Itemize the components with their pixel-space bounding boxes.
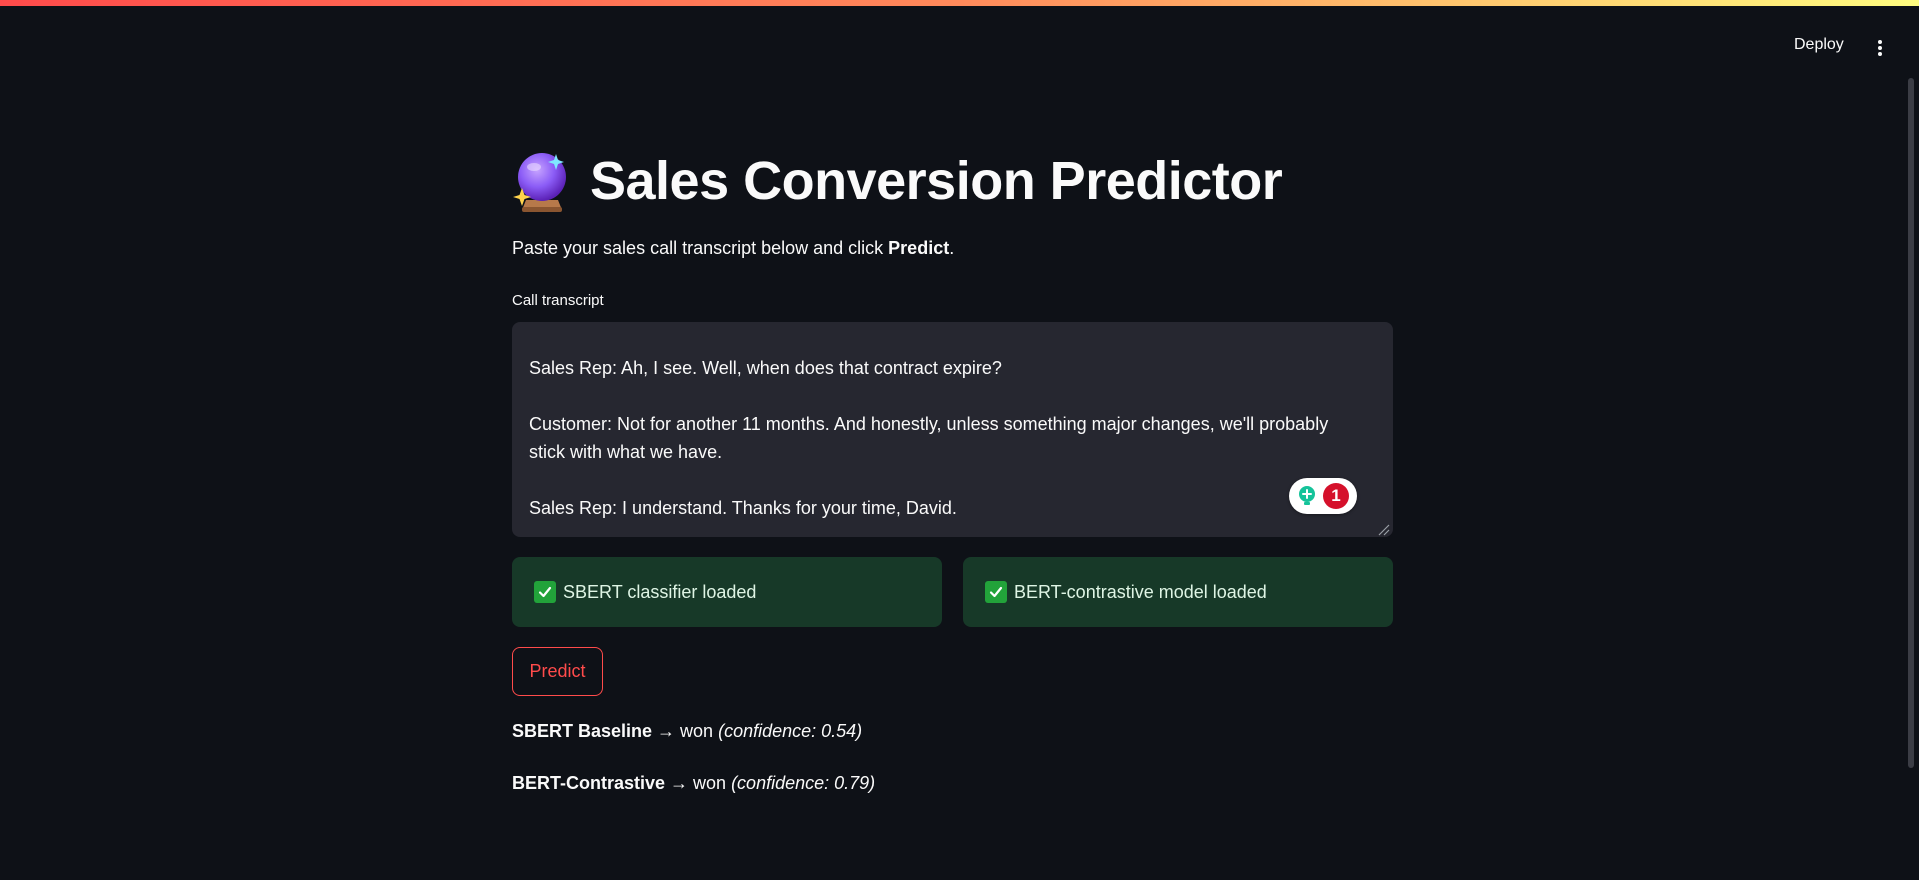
transcript-textarea[interactable]: Sales Rep: Ah, I see. Well, when does th… bbox=[512, 322, 1393, 537]
grammar-issue-count: 1 bbox=[1323, 483, 1349, 509]
resize-handle-icon[interactable] bbox=[1378, 524, 1390, 536]
check-icon bbox=[985, 581, 1007, 603]
page-title: Sales Conversion Predictor bbox=[590, 151, 1283, 211]
result-arrow: → won bbox=[665, 773, 732, 793]
crystal-ball-icon bbox=[513, 153, 566, 212]
transcript-label: Call transcript bbox=[512, 292, 604, 309]
sbert-status-box: SBERT classifier loaded bbox=[512, 557, 942, 627]
result-model-name: BERT-Contrastive bbox=[512, 773, 666, 793]
transcript-content[interactable]: Sales Rep: Ah, I see. Well, when does th… bbox=[529, 354, 1349, 537]
menu-dot bbox=[1878, 52, 1882, 56]
bert-status-box: BERT-contrastive model loaded bbox=[963, 557, 1393, 627]
result-confidence: (confidence: 0.79) bbox=[731, 773, 876, 793]
lightbulb-icon bbox=[1299, 486, 1315, 505]
transcript-line: Sales Rep: Ah, I see. Well, when does th… bbox=[529, 358, 1002, 378]
menu-dot bbox=[1878, 40, 1882, 44]
result-arrow: → won bbox=[652, 721, 719, 741]
transcript-line: Sales Rep: I understand. Thanks for your… bbox=[529, 498, 957, 518]
bert-status-text: BERT-contrastive model loaded bbox=[1014, 581, 1267, 602]
menu-dot bbox=[1878, 46, 1882, 50]
check-icon bbox=[534, 581, 556, 603]
intro-suffix: . bbox=[949, 238, 955, 258]
result-confidence: (confidence: 0.54) bbox=[718, 721, 863, 741]
grammar-assistant-badge[interactable]: 1 bbox=[1289, 478, 1357, 514]
app-header: Deploy bbox=[0, 6, 1919, 66]
predict-button[interactable]: Predict bbox=[512, 647, 603, 696]
page-scrollbar[interactable] bbox=[1908, 78, 1914, 768]
result-model-name: SBERT Baseline bbox=[512, 721, 653, 741]
deploy-button[interactable]: Deploy bbox=[1786, 32, 1852, 58]
intro-prefix: Paste your sales call transcript below a… bbox=[512, 238, 889, 258]
intro-emphasis: Predict bbox=[888, 238, 950, 258]
intro-text: Paste your sales call transcript below a… bbox=[512, 238, 954, 259]
sbert-result: SBERT Baseline → won (confidence: 0.54) bbox=[512, 721, 862, 742]
sbert-status-text: SBERT classifier loaded bbox=[563, 581, 757, 602]
bert-result: BERT-Contrastive → won (confidence: 0.79… bbox=[512, 773, 875, 794]
kebab-menu-icon[interactable] bbox=[1868, 32, 1892, 64]
title-row: Sales Conversion Predictor bbox=[512, 146, 1283, 216]
transcript-line: Customer: Not for another 11 months. And… bbox=[529, 414, 1329, 462]
